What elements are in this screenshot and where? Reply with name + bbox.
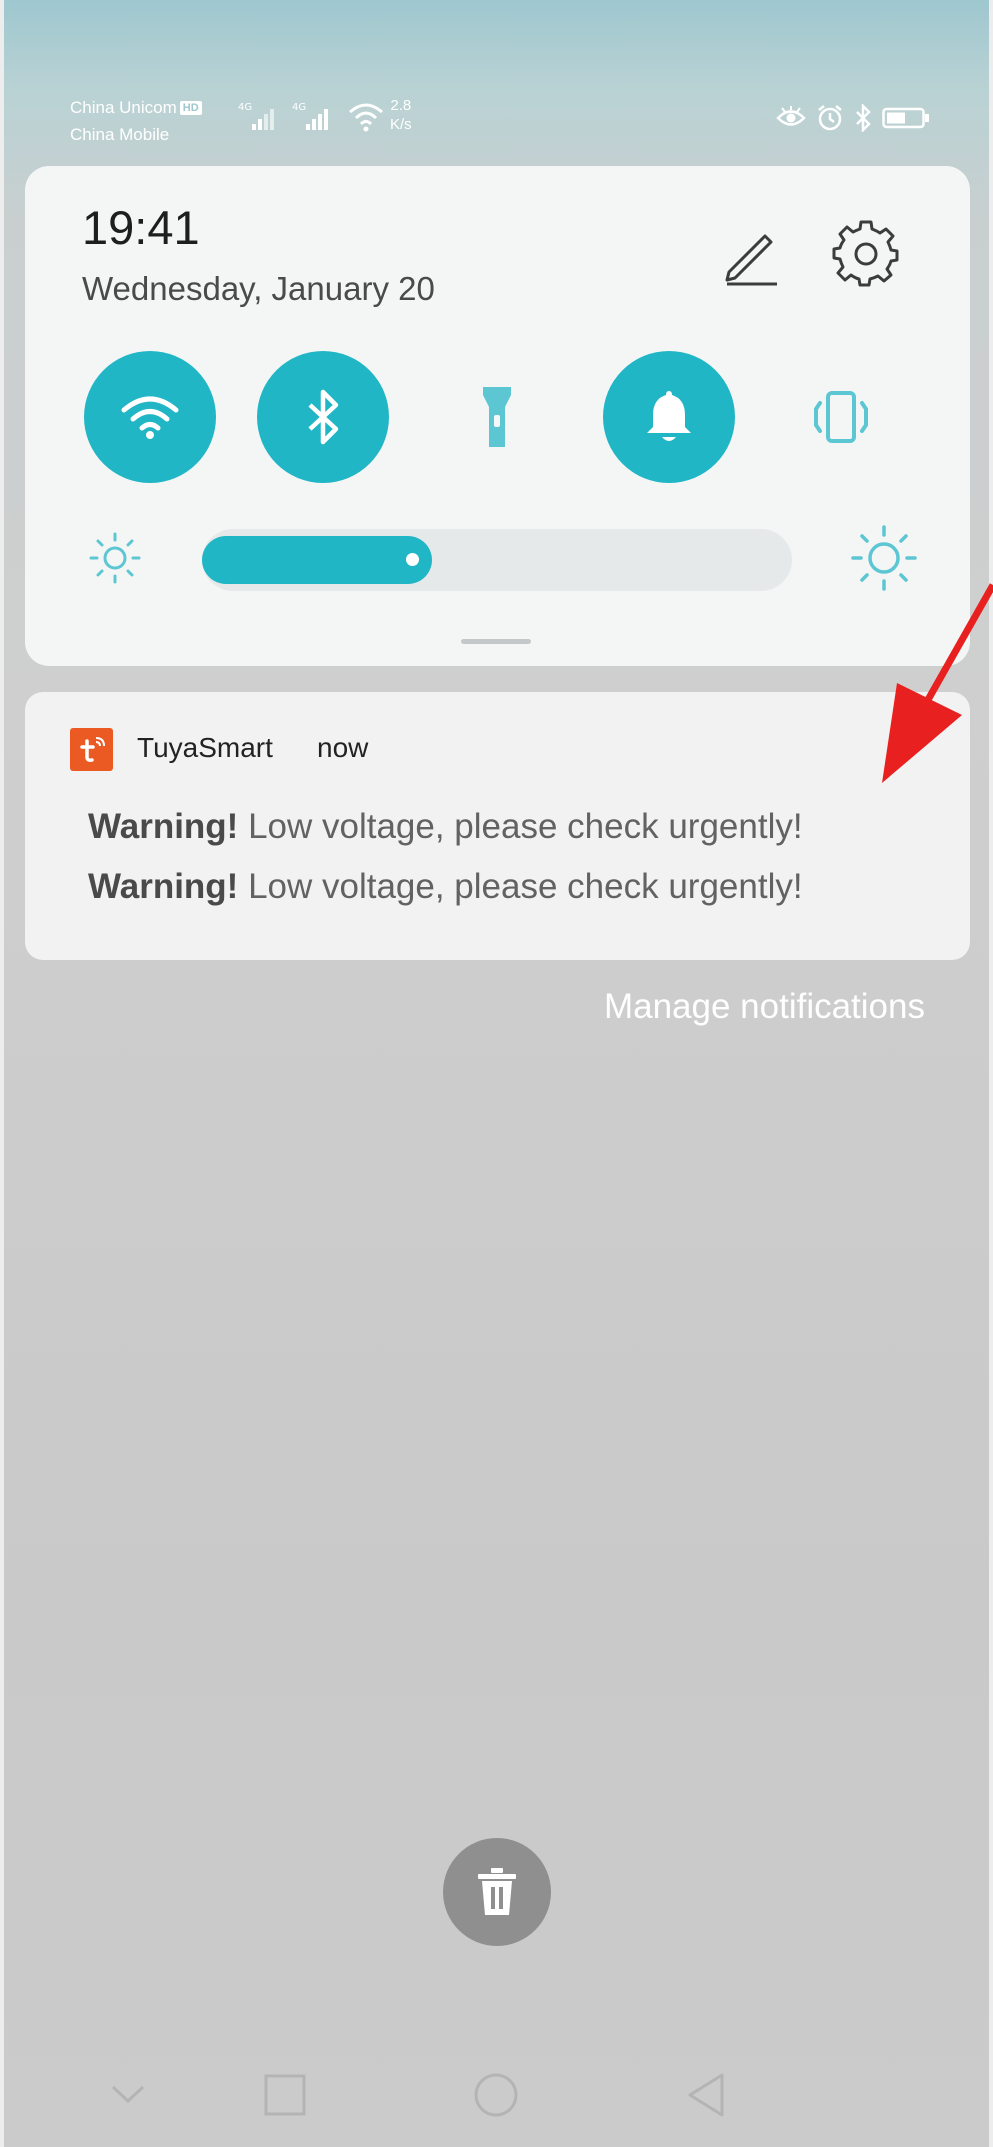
edit-icon[interactable] bbox=[715, 220, 785, 290]
cell-signal-1-icon: 4G bbox=[238, 102, 274, 130]
manage-notifications-link[interactable]: Manage notifications bbox=[604, 987, 925, 1027]
notification-time: now bbox=[317, 732, 369, 763]
status-bar: China Unicom HD China Mobile 4G 4G 2.8 K/… bbox=[70, 94, 930, 154]
home-button-icon[interactable] bbox=[473, 2072, 519, 2118]
speed-value: 2.8 bbox=[390, 97, 412, 114]
screen-frame-left bbox=[0, 0, 4, 2147]
clock-time: 19:41 bbox=[82, 201, 200, 254]
back-button-icon[interactable] bbox=[686, 2072, 726, 2118]
brightness-fill bbox=[202, 536, 432, 584]
notification-message: Warning! Low voltage, please check urgen… bbox=[88, 807, 803, 847]
bluetooth-icon bbox=[856, 104, 871, 132]
battery-icon bbox=[882, 107, 929, 129]
bluetooth-icon bbox=[308, 389, 339, 445]
brightness-low-icon bbox=[89, 532, 141, 584]
annotation-arrow-icon bbox=[882, 583, 993, 783]
warning-text: Low voltage, please check urgently! bbox=[238, 807, 803, 846]
brightness-slider[interactable] bbox=[202, 529, 792, 591]
alarm-icon bbox=[818, 105, 842, 131]
warning-text: Low voltage, please check urgently! bbox=[238, 867, 803, 906]
speed-unit: K/s bbox=[390, 116, 412, 133]
tuyasmart-app-icon bbox=[70, 728, 113, 771]
network-type-1: 4G bbox=[238, 102, 252, 113]
hd-badge: HD bbox=[179, 101, 202, 115]
bluetooth-tile[interactable] bbox=[257, 351, 389, 483]
notification-card[interactable]: TuyaSmart now Warning! Low voltage, plea… bbox=[25, 692, 970, 960]
eye-icon bbox=[776, 106, 806, 126]
panel-drag-handle[interactable] bbox=[461, 639, 531, 644]
clear-all-button[interactable] bbox=[443, 1838, 551, 1946]
warning-label: Warning! bbox=[88, 867, 239, 906]
vibrate-icon bbox=[814, 391, 868, 443]
warning-label: Warning! bbox=[88, 807, 239, 846]
sound-tile[interactable] bbox=[603, 351, 735, 483]
trash-icon bbox=[478, 1868, 516, 1915]
wifi-icon bbox=[121, 396, 179, 439]
cell-signal-2-icon: 4G bbox=[292, 102, 328, 130]
status-icons bbox=[776, 104, 930, 132]
screen-frame-right bbox=[989, 0, 993, 2147]
flashlight-tile[interactable] bbox=[431, 351, 563, 483]
carrier-info: China Unicom HD China Mobile bbox=[70, 94, 202, 148]
quick-settings-panel: 19:41 Wednesday, January 20 bbox=[25, 166, 970, 666]
settings-gear-icon[interactable] bbox=[830, 218, 902, 290]
carrier-2: China Mobile bbox=[70, 125, 170, 144]
flashlight-icon bbox=[483, 387, 511, 447]
recents-button-icon[interactable] bbox=[264, 2074, 306, 2116]
network-type-2: 4G bbox=[292, 102, 306, 113]
tuya-logo-icon bbox=[79, 736, 105, 762]
bell-icon bbox=[647, 391, 691, 441]
wifi-signal-icon bbox=[349, 103, 383, 132]
wifi-tile[interactable] bbox=[84, 351, 216, 483]
chevron-down-icon[interactable] bbox=[110, 2082, 146, 2106]
vibrate-tile[interactable] bbox=[775, 351, 907, 483]
carrier-1: China Unicom bbox=[70, 98, 177, 117]
notification-app-name: TuyaSmart bbox=[137, 732, 273, 763]
clock-date: Wednesday, January 20 bbox=[82, 270, 435, 307]
notification-message: Warning! Low voltage, please check urgen… bbox=[88, 867, 803, 907]
network-speed: 2.8 K/s bbox=[390, 96, 412, 134]
navigation-bar bbox=[0, 2060, 993, 2130]
brightness-handle[interactable] bbox=[406, 553, 419, 566]
